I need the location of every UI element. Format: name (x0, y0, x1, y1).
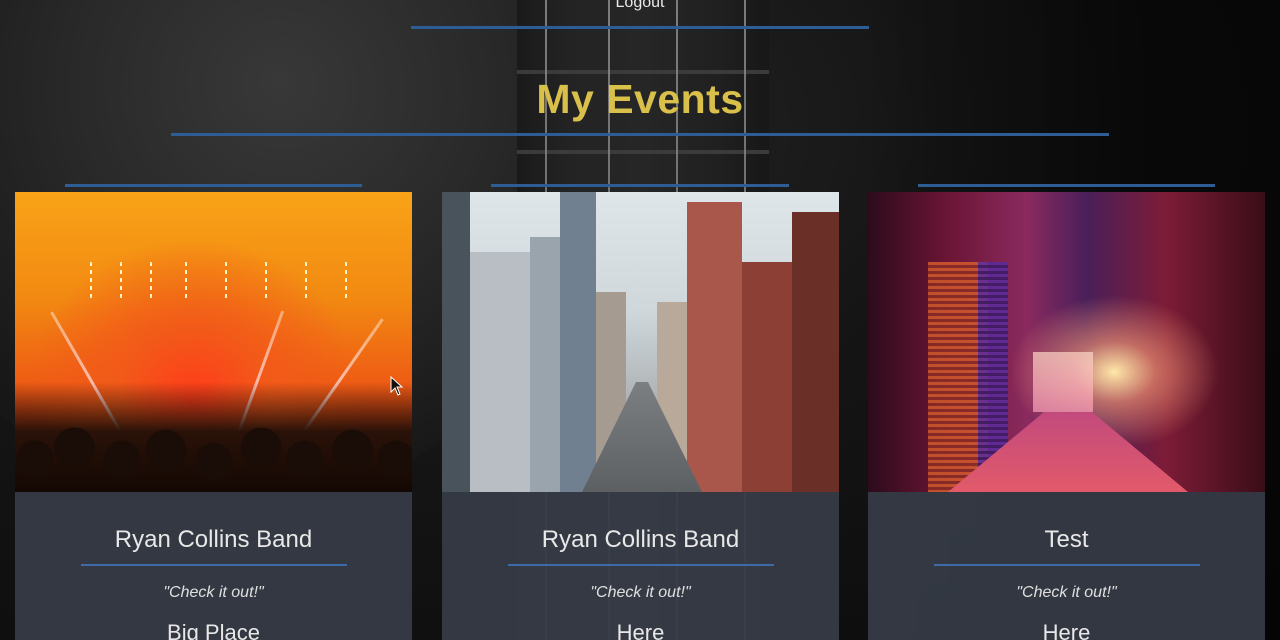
building (560, 192, 596, 492)
event-card[interactable]: Test "Check it out!" Here (868, 192, 1265, 640)
building (442, 192, 470, 492)
event-name-underline (508, 564, 774, 566)
stage-light (345, 262, 347, 302)
event-name[interactable]: Ryan Collins Band (442, 526, 839, 554)
crowd-silhouette (15, 382, 412, 492)
event-card[interactable]: Ryan Collins Band "Check it out!" Big Pl… (15, 192, 412, 640)
building (687, 202, 742, 492)
building (792, 212, 839, 492)
page-content: Logout My Events Ryan Collins Band "Chec… (0, 0, 1280, 640)
mouse-cursor-icon (390, 376, 404, 396)
card-top-rule (918, 184, 1215, 187)
card-top-rule (65, 184, 362, 187)
concert-crowd-image[interactable] (15, 192, 412, 492)
stage-light (185, 262, 187, 302)
city-street-image[interactable] (442, 192, 839, 492)
stage-light (225, 262, 227, 302)
stage-light (265, 262, 267, 302)
neon-alley-image[interactable] (868, 192, 1265, 492)
event-tagline: "Check it out!" (1016, 584, 1117, 601)
event-place: Here (1042, 620, 1091, 640)
nav-divider (411, 26, 869, 29)
building (742, 262, 792, 492)
event-place: Here (616, 620, 665, 640)
event-name[interactable]: Test (868, 526, 1265, 554)
event-name-underline (934, 564, 1200, 566)
event-place: Big Place (167, 620, 260, 640)
event-tagline: "Check it out!" (590, 584, 691, 601)
page-title: My Events (536, 76, 744, 122)
event-name-underline (81, 564, 347, 566)
lit-window (1033, 352, 1093, 412)
stage-light (150, 262, 152, 302)
logout-link[interactable]: Logout (0, 0, 1280, 12)
stage-light (120, 262, 122, 302)
building (470, 252, 530, 492)
stage-light (90, 262, 92, 302)
stage-light (305, 262, 307, 302)
title-divider (171, 133, 1109, 136)
event-tagline: "Check it out!" (163, 584, 264, 601)
card-top-rule (491, 184, 789, 187)
event-card[interactable]: Ryan Collins Band "Check it out!" Here (442, 192, 839, 640)
event-name[interactable]: Ryan Collins Band (15, 526, 412, 554)
